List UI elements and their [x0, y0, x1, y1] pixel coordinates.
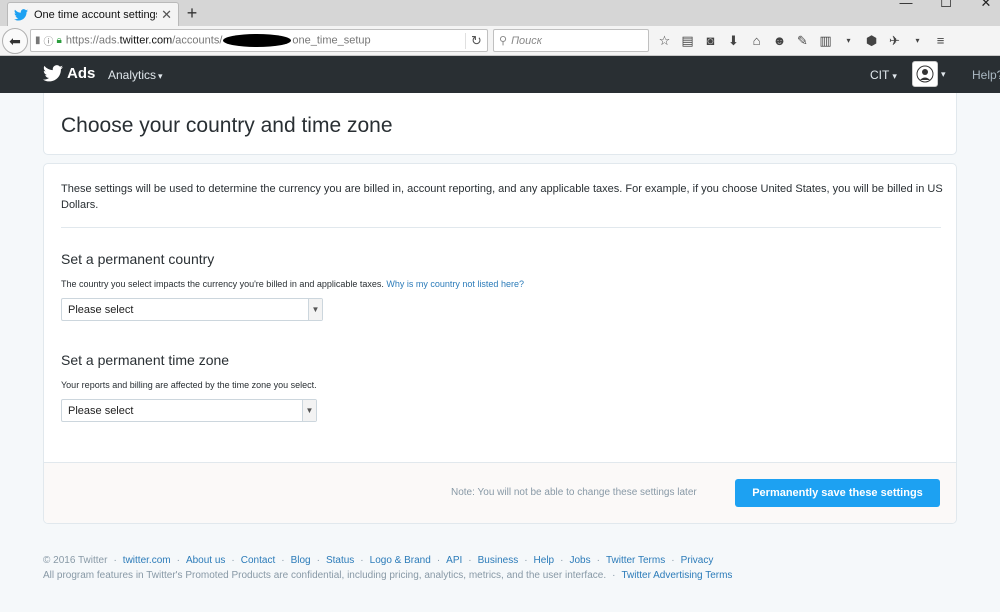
- intro-text: These settings will be used to determine…: [61, 183, 943, 211]
- lock-icon: 🔒︎: [56, 35, 62, 46]
- footer-link-help[interactable]: Help: [534, 553, 555, 568]
- browser-tab[interactable]: One time account settings... ✕: [7, 2, 179, 26]
- footer-link-contact[interactable]: Contact: [241, 553, 275, 568]
- chevron-down-icon[interactable]: ▾: [941, 69, 946, 80]
- footer-link-terms[interactable]: Twitter Terms: [606, 553, 665, 568]
- footer-link-jobs[interactable]: Jobs: [569, 553, 590, 568]
- title-card: Choose your country and time zone: [43, 93, 957, 155]
- help-menu[interactable]: Help?: [972, 68, 1000, 82]
- twitter-bird-icon: [14, 8, 28, 21]
- close-window-icon[interactable]: ✕: [976, 0, 996, 9]
- dropdown-icon[interactable]: ▾: [840, 32, 857, 49]
- settings-note: Note: You will not be able to change the…: [451, 487, 697, 498]
- back-arrow-icon[interactable]: ⬅: [2, 28, 28, 54]
- address-bar[interactable]: ▮ ⓘ 🔒︎ https://ads.twitter.com/accounts/…: [30, 29, 488, 52]
- footer-link-ads-terms[interactable]: Twitter Advertising Terms: [621, 568, 732, 583]
- ads-logo-text: Ads: [67, 65, 96, 82]
- spy-icon[interactable]: ✈: [886, 32, 903, 49]
- reading-list-icon[interactable]: ▤: [679, 32, 696, 49]
- page-title: Choose your country and time zone: [61, 114, 393, 137]
- chevron-down-icon: ▼: [308, 299, 322, 320]
- bookmark-star-icon[interactable]: ☆: [656, 32, 673, 49]
- avatar[interactable]: [912, 61, 938, 87]
- chevron-down-icon: ▾: [158, 71, 163, 81]
- chevron-down-icon: ▼: [302, 400, 316, 421]
- footer-link-twitter[interactable]: twitter.com: [123, 553, 171, 568]
- footer-disclaimer: All program features in Twitter's Promot…: [43, 570, 607, 581]
- footer-link-blog[interactable]: Blog: [291, 553, 311, 568]
- addon-icon[interactable]: ⬢: [863, 32, 880, 49]
- footer-link-api[interactable]: API: [446, 553, 462, 568]
- new-tab-icon[interactable]: +: [184, 3, 200, 23]
- settings-footer-bar: Note: You will not be able to change the…: [44, 462, 956, 523]
- country-help-link[interactable]: Why is my country not listed here?: [386, 279, 524, 289]
- footer-copyright: © 2016 Twitter: [43, 555, 108, 566]
- save-settings-button[interactable]: Permanently save these settings: [735, 479, 940, 507]
- divider: [61, 227, 941, 228]
- country-section-desc: The country you select impacts the curre…: [61, 279, 524, 289]
- search-placeholder: Поиск: [511, 34, 542, 47]
- chevron-down-icon: ▾: [892, 71, 897, 81]
- pocket-icon[interactable]: ◙: [702, 32, 719, 49]
- account-menu[interactable]: CIT ▾: [870, 68, 897, 82]
- page-info-icon[interactable]: ▮: [35, 35, 41, 46]
- country-select[interactable]: Please select ▼: [61, 298, 323, 321]
- url-text[interactable]: https://ads.twitter.com/accounts/one_tim…: [66, 34, 465, 47]
- page-footer: © 2016 Twitter · twitter.com · About us · C…: [43, 553, 957, 583]
- footer-link-status[interactable]: Status: [326, 553, 354, 568]
- maximize-icon[interactable]: ☐: [936, 0, 956, 9]
- reload-icon[interactable]: ↻: [465, 32, 487, 49]
- home-icon[interactable]: ⌂: [748, 32, 765, 49]
- footer-link-about[interactable]: About us: [186, 553, 225, 568]
- timezone-section-title: Set a permanent time zone: [61, 352, 230, 368]
- footer-disclaimer-line: All program features in Twitter's Promot…: [43, 568, 733, 583]
- browser-tab-bar: One time account settings... ✕ + — ☐ ✕: [0, 0, 1000, 26]
- footer-link-logo-brand[interactable]: Logo & Brand: [370, 553, 431, 568]
- clipboard-icon[interactable]: ▥: [817, 32, 834, 49]
- search-input[interactable]: ⚲ Поиск: [493, 29, 649, 52]
- info-icon[interactable]: ⓘ: [44, 33, 54, 48]
- menu-icon[interactable]: ≡: [932, 32, 949, 49]
- twitter-bird-icon: [43, 65, 63, 82]
- tab-close-icon[interactable]: ✕: [161, 7, 172, 23]
- extension-icon[interactable]: ✎: [794, 32, 811, 49]
- minimize-icon[interactable]: —: [896, 0, 916, 9]
- footer-link-business[interactable]: Business: [478, 553, 519, 568]
- dropdown-icon[interactable]: ▾: [909, 32, 926, 49]
- country-section-title: Set a permanent country: [61, 251, 215, 267]
- timezone-select[interactable]: Please select ▼: [61, 399, 317, 422]
- avatar-image: [916, 65, 934, 83]
- settings-card: These settings will be used to determine…: [43, 163, 957, 524]
- redaction-mark: [223, 34, 292, 47]
- download-icon[interactable]: ⬇: [725, 32, 742, 49]
- browser-nav-bar: ⬅ ▮ ⓘ 🔒︎ https://ads.twitter.com/account…: [0, 26, 1000, 56]
- footer-link-privacy[interactable]: Privacy: [681, 553, 714, 568]
- footer-links: © 2016 Twitter · twitter.com · About us · C…: [43, 553, 714, 568]
- search-icon: ⚲: [499, 35, 508, 47]
- tab-title: One time account settings...: [34, 8, 158, 21]
- timezone-section-desc: Your reports and billing are affected by…: [61, 380, 317, 390]
- ads-logo[interactable]: Ads: [43, 65, 95, 82]
- chat-icon[interactable]: ☻: [771, 32, 788, 49]
- analytics-menu[interactable]: Analytics ▾: [108, 68, 163, 82]
- ads-header: Ads Analytics▾ CIT▾ ▾ Help?: [0, 56, 1000, 93]
